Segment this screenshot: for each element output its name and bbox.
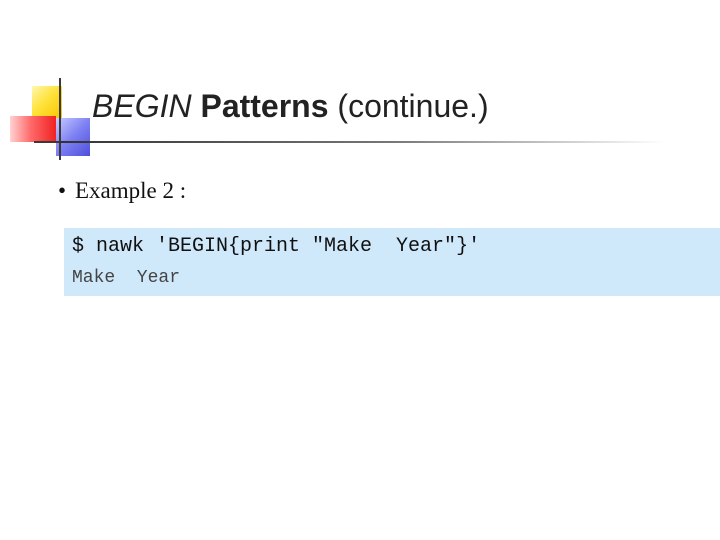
code-command-line: $ nawk 'BEGIN{print "Make Year"}' (72, 235, 481, 258)
title-normal-part: (continue.) (337, 88, 489, 124)
vertical-line-decoration (59, 78, 61, 160)
bullet-text: Example 2 : (75, 178, 187, 203)
slide: BEGIN Patterns (continue.) • Example 2 : … (0, 0, 720, 540)
code-output-line: Make Year (72, 268, 181, 288)
title-underline (60, 141, 665, 143)
bullet-item: • Example 2 : (58, 176, 186, 206)
bullet-icon: • (58, 178, 67, 203)
code-block: $ nawk 'BEGIN{print "Make Year"}' Make Y… (64, 228, 720, 296)
slide-title: BEGIN Patterns (continue.) (92, 86, 489, 126)
title-bold-part: Patterns (200, 88, 329, 124)
yellow-square-decoration (32, 86, 62, 120)
title-italic-part: BEGIN (92, 88, 192, 124)
slide-logo-decoration (0, 0, 100, 170)
blue-square-decoration (56, 118, 90, 156)
red-square-decoration (10, 116, 56, 142)
